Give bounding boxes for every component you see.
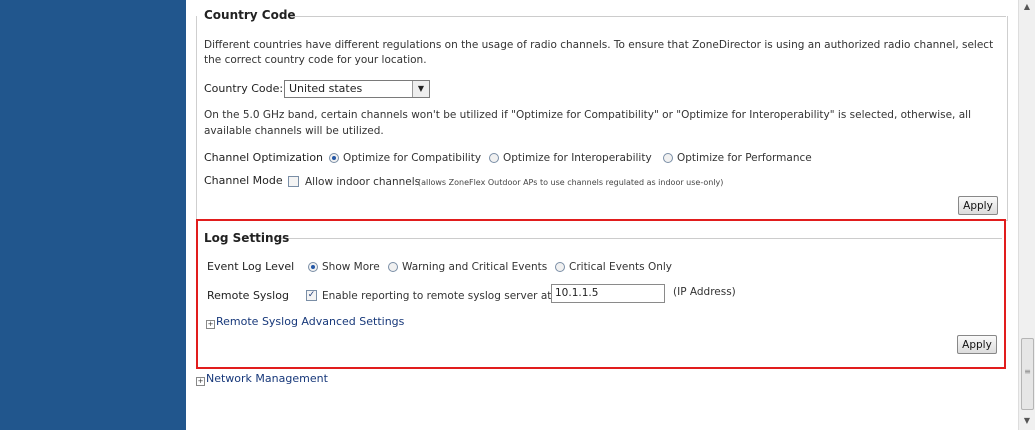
radio-optimize-interoperability[interactable] <box>489 153 499 163</box>
country-apply-button[interactable]: Apply <box>958 196 998 215</box>
country-code-select[interactable]: United states ▼ <box>284 80 430 98</box>
left-sidebar <box>0 0 186 430</box>
chevron-down-icon: ▼ <box>412 81 429 97</box>
country-code-label: Country Code: <box>204 82 284 95</box>
opt-interop-label: Optimize for Interoperability <box>503 152 652 164</box>
country-description-line2: the correct country code for your locati… <box>204 54 427 66</box>
channel-mode-label: Channel Mode <box>204 174 283 187</box>
scroll-up-icon[interactable]: ▲ <box>1019 0 1035 14</box>
network-management-link[interactable]: Network Management <box>206 372 328 385</box>
band-note-line1: On the 5.0 GHz band, certain channels wo… <box>204 109 971 121</box>
radio-optimize-performance[interactable] <box>663 153 673 163</box>
scroll-thumb[interactable]: ≡ <box>1021 338 1034 410</box>
expand-plus-icon[interactable]: + <box>196 377 205 386</box>
allow-indoor-note: (allows ZoneFlex Outdoor APs to use chan… <box>418 178 724 187</box>
allow-indoor-checkbox[interactable] <box>288 176 299 187</box>
channel-optimization-label: Channel Optimization <box>204 151 324 164</box>
opt-perf-label: Optimize for Performance <box>677 152 812 164</box>
radio-optimize-compatibility[interactable] <box>329 153 339 163</box>
highlight-box <box>196 219 1006 369</box>
vertical-scrollbar[interactable]: ▲ ≡ ▼ <box>1018 0 1035 430</box>
country-code-value: United states <box>289 82 363 95</box>
opt-compat-label: Optimize for Compatibility <box>343 152 482 164</box>
allow-indoor-label: Allow indoor channels <box>305 176 421 188</box>
country-code-rule <box>290 16 1006 17</box>
grip-icon: ≡ <box>1024 367 1031 376</box>
band-note-line2: available channels will be utilized. <box>204 125 384 137</box>
scroll-down-icon[interactable]: ▼ <box>1019 414 1035 428</box>
country-code-heading: Country Code <box>204 8 296 22</box>
